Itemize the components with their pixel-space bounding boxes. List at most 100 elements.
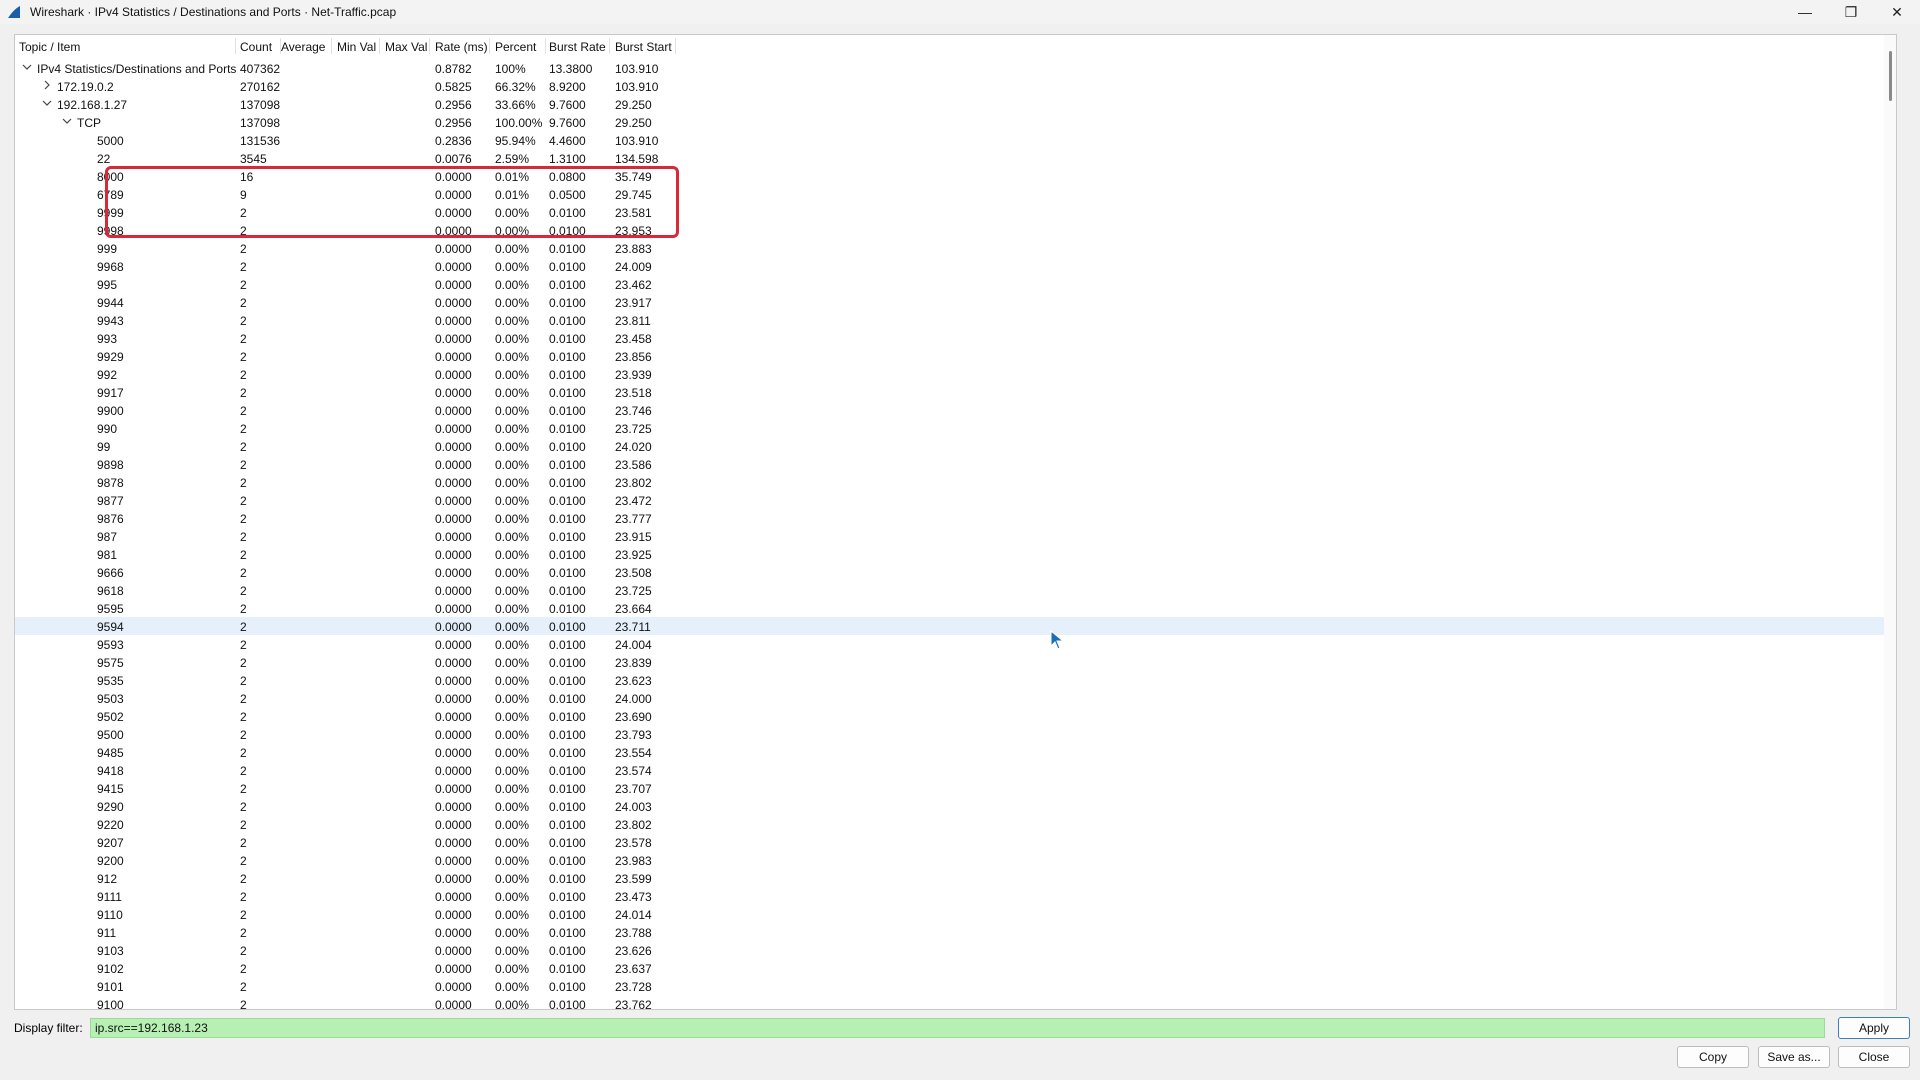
minimize-button[interactable]: — bbox=[1782, 0, 1828, 24]
tree-row[interactable]: 9100 2 0.0000 0.00% 0.0100 23.762 bbox=[15, 995, 1896, 1010]
row-burst-rate: 0.0100 bbox=[549, 638, 586, 652]
column-header-rate[interactable]: Rate (ms) bbox=[435, 40, 488, 54]
tree-row[interactable]: 9200 2 0.0000 0.00% 0.0100 23.983 bbox=[15, 851, 1896, 869]
row-rate: 0.0000 bbox=[435, 458, 472, 472]
tree-row[interactable]: 993 2 0.0000 0.00% 0.0100 23.458 bbox=[15, 329, 1896, 347]
row-burst-start: 23.788 bbox=[615, 926, 652, 940]
row-topic: TCP bbox=[77, 116, 101, 130]
row-topic: 993 bbox=[97, 332, 118, 346]
tree-row[interactable]: 9929 2 0.0000 0.00% 0.0100 23.856 bbox=[15, 347, 1896, 365]
column-header-percent[interactable]: Percent bbox=[495, 40, 536, 54]
row-count: 2 bbox=[240, 764, 247, 778]
row-topic: IPv4 Statistics/Destinations and Ports bbox=[37, 62, 237, 76]
tree-row[interactable]: 9898 2 0.0000 0.00% 0.0100 23.586 bbox=[15, 455, 1896, 473]
chevron-right-icon[interactable] bbox=[41, 79, 53, 91]
column-header-average[interactable]: Average bbox=[281, 40, 325, 54]
chevron-down-icon[interactable] bbox=[41, 97, 53, 109]
tree-row[interactable]: 9593 2 0.0000 0.00% 0.0100 24.004 bbox=[15, 635, 1896, 653]
close-window-button[interactable]: ✕ bbox=[1874, 0, 1920, 24]
statistics-tree[interactable]: Topic / Item Count Average Min Val Max V… bbox=[14, 34, 1897, 1010]
tree-row[interactable]: 9943 2 0.0000 0.00% 0.0100 23.811 bbox=[15, 311, 1896, 329]
tree-row[interactable]: 9485 2 0.0000 0.00% 0.0100 23.554 bbox=[15, 743, 1896, 761]
row-count: 2 bbox=[240, 926, 247, 940]
column-header-burst-rate[interactable]: Burst Rate bbox=[549, 40, 606, 54]
tree-row[interactable]: 9418 2 0.0000 0.00% 0.0100 23.574 bbox=[15, 761, 1896, 779]
row-burst-start: 103.910 bbox=[615, 62, 659, 76]
tree-row[interactable]: 9415 2 0.0000 0.00% 0.0100 23.707 bbox=[15, 779, 1896, 797]
apply-button[interactable]: Apply bbox=[1838, 1017, 1910, 1039]
row-topic: 99 bbox=[97, 440, 111, 454]
tree-row[interactable]: 9502 2 0.0000 0.00% 0.0100 23.690 bbox=[15, 707, 1896, 725]
tree-row[interactable]: 912 2 0.0000 0.00% 0.0100 23.599 bbox=[15, 869, 1896, 887]
column-header-max-val[interactable]: Max Val bbox=[385, 40, 427, 54]
tree-row[interactable]: 99 2 0.0000 0.00% 0.0100 24.020 bbox=[15, 437, 1896, 455]
save-as-button[interactable]: Save as... bbox=[1758, 1046, 1830, 1068]
tree-row[interactable]: 9944 2 0.0000 0.00% 0.0100 23.917 bbox=[15, 293, 1896, 311]
column-header-min-val[interactable]: Min Val bbox=[337, 40, 376, 54]
tree-row[interactable]: 9900 2 0.0000 0.00% 0.0100 23.746 bbox=[15, 401, 1896, 419]
chevron-down-icon[interactable] bbox=[61, 115, 73, 127]
row-burst-start: 23.983 bbox=[615, 854, 652, 868]
tree-row[interactable]: 9968 2 0.0000 0.00% 0.0100 24.009 bbox=[15, 257, 1896, 275]
row-burst-start: 23.811 bbox=[615, 314, 651, 328]
tree-row[interactable]: 911 2 0.0000 0.00% 0.0100 23.788 bbox=[15, 923, 1896, 941]
row-burst-start: 23.777 bbox=[615, 512, 652, 526]
copy-button[interactable]: Copy bbox=[1677, 1046, 1749, 1068]
chevron-down-icon[interactable] bbox=[21, 61, 33, 73]
row-rate: 0.0000 bbox=[435, 620, 472, 634]
row-burst-rate: 0.0100 bbox=[549, 386, 586, 400]
row-percent: 0.00% bbox=[495, 296, 530, 310]
tree-row[interactable]: 9878 2 0.0000 0.00% 0.0100 23.802 bbox=[15, 473, 1896, 491]
row-burst-start: 23.917 bbox=[615, 296, 652, 310]
tree-row[interactable]: IPv4 Statistics/Destinations and Ports 40… bbox=[15, 59, 1896, 77]
tree-row[interactable]: 9500 2 0.0000 0.00% 0.0100 23.793 bbox=[15, 725, 1896, 743]
tree-row[interactable]: 9575 2 0.0000 0.00% 0.0100 23.839 bbox=[15, 653, 1896, 671]
column-header-topic[interactable]: Topic / Item bbox=[19, 40, 80, 54]
tree-row[interactable]: 9917 2 0.0000 0.00% 0.0100 23.518 bbox=[15, 383, 1896, 401]
tree-row[interactable]: 9594 2 0.0000 0.00% 0.0100 23.711 bbox=[15, 617, 1896, 635]
row-rate: 0.0000 bbox=[435, 998, 472, 1010]
tree-row[interactable]: 981 2 0.0000 0.00% 0.0100 23.925 bbox=[15, 545, 1896, 563]
row-count: 2 bbox=[240, 458, 247, 472]
tree-row[interactable]: 9290 2 0.0000 0.00% 0.0100 24.003 bbox=[15, 797, 1896, 815]
row-burst-rate: 0.0100 bbox=[549, 260, 586, 274]
tree-row[interactable]: 9101 2 0.0000 0.00% 0.0100 23.728 bbox=[15, 977, 1896, 995]
row-burst-start: 23.518 bbox=[615, 386, 652, 400]
tree-row[interactable]: 9110 2 0.0000 0.00% 0.0100 24.014 bbox=[15, 905, 1896, 923]
tree-row[interactable]: 9876 2 0.0000 0.00% 0.0100 23.777 bbox=[15, 509, 1896, 527]
row-rate: 0.0000 bbox=[435, 872, 472, 886]
tree-row[interactable]: 992 2 0.0000 0.00% 0.0100 23.939 bbox=[15, 365, 1896, 383]
tree-row[interactable]: 9666 2 0.0000 0.00% 0.0100 23.508 bbox=[15, 563, 1896, 581]
tree-row[interactable]: 5000 131536 0.2836 95.94% 4.4600 103.910 bbox=[15, 131, 1896, 149]
tree-row[interactable]: 990 2 0.0000 0.00% 0.0100 23.725 bbox=[15, 419, 1896, 437]
tree-row[interactable]: 9220 2 0.0000 0.00% 0.0100 23.802 bbox=[15, 815, 1896, 833]
tree-row[interactable]: 999 2 0.0000 0.00% 0.0100 23.883 bbox=[15, 239, 1896, 257]
maximize-button[interactable]: ❐ bbox=[1828, 0, 1874, 24]
tree-row[interactable]: 9102 2 0.0000 0.00% 0.0100 23.637 bbox=[15, 959, 1896, 977]
tree-row[interactable]: 9595 2 0.0000 0.00% 0.0100 23.664 bbox=[15, 599, 1896, 617]
column-header-count[interactable]: Count bbox=[240, 40, 272, 54]
row-count: 2 bbox=[240, 674, 247, 688]
tree-row[interactable]: 192.168.1.27 137098 0.2956 33.66% 9.7600 29.2… bbox=[15, 95, 1896, 113]
tree-row[interactable]: 9618 2 0.0000 0.00% 0.0100 23.725 bbox=[15, 581, 1896, 599]
tree-row[interactable]: 9503 2 0.0000 0.00% 0.0100 24.000 bbox=[15, 689, 1896, 707]
tree-row[interactable]: TCP 137098 0.2956 100.00% 9.7600 29.250 bbox=[15, 113, 1896, 131]
tree-row[interactable]: 9207 2 0.0000 0.00% 0.0100 23.578 bbox=[15, 833, 1896, 851]
tree-row[interactable]: 9535 2 0.0000 0.00% 0.0100 23.623 bbox=[15, 671, 1896, 689]
tree-row[interactable]: 987 2 0.0000 0.00% 0.0100 23.915 bbox=[15, 527, 1896, 545]
tree-row[interactable]: 9877 2 0.0000 0.00% 0.0100 23.472 bbox=[15, 491, 1896, 509]
tree-row[interactable]: 9111 2 0.0000 0.00% 0.0100 23.473 bbox=[15, 887, 1896, 905]
row-percent: 100% bbox=[495, 62, 526, 76]
tree-row[interactable]: 9103 2 0.0000 0.00% 0.0100 23.626 bbox=[15, 941, 1896, 959]
vertical-scrollbar[interactable] bbox=[1884, 35, 1896, 1009]
tree-row[interactable]: 172.19.0.2 270162 0.5825 66.32% 8.9200 103.91… bbox=[15, 77, 1896, 95]
tree-row[interactable]: 22 3545 0.0076 2.59% 1.3100 134.598 bbox=[15, 149, 1896, 167]
display-filter-input[interactable] bbox=[90, 1018, 1825, 1038]
column-header-burst-start[interactable]: Burst Start bbox=[615, 40, 672, 54]
close-button[interactable]: Close bbox=[1838, 1046, 1910, 1068]
scrollbar-thumb[interactable] bbox=[1889, 51, 1892, 101]
row-percent: 0.00% bbox=[495, 512, 530, 526]
row-burst-start: 23.623 bbox=[615, 674, 652, 688]
tree-row[interactable]: 995 2 0.0000 0.00% 0.0100 23.462 bbox=[15, 275, 1896, 293]
row-burst-rate: 0.0100 bbox=[549, 368, 586, 382]
